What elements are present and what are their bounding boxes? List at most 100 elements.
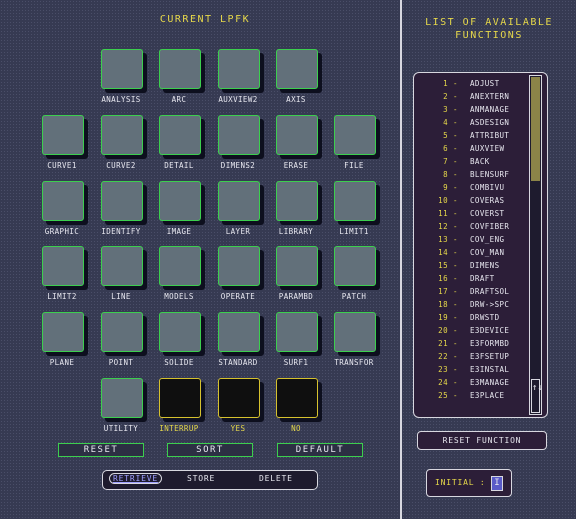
reset-function-button[interactable]: RESET FUNCTION — [417, 431, 547, 450]
retrieve-option[interactable]: RETRIEVE — [109, 473, 162, 484]
function-list-item[interactable]: 4- ASDESIGN — [414, 118, 526, 131]
function-list-item[interactable]: 12- COVFIBER — [414, 222, 526, 235]
function-list-item[interactable]: 22- E3FSETUP — [414, 352, 526, 365]
lpfk-key[interactable] — [218, 378, 262, 420]
lpfk-key-face[interactable] — [334, 246, 376, 286]
lpfk-key[interactable] — [42, 312, 86, 354]
function-list-item[interactable]: 25- E3PLACE — [414, 391, 526, 404]
function-list-item[interactable]: 5- ATTRIBUT — [414, 131, 526, 144]
lpfk-key-face[interactable] — [101, 49, 143, 89]
lpfk-key[interactable] — [334, 115, 378, 157]
function-list-item[interactable]: 8- BLENSURF — [414, 170, 526, 183]
lpfk-key-face[interactable] — [276, 378, 318, 418]
function-list-item[interactable]: 18- DRW->SPC — [414, 300, 526, 313]
lpfk-key-face[interactable] — [276, 181, 318, 221]
function-list-item[interactable]: 9- COMBIVU — [414, 183, 526, 196]
lpfk-key[interactable] — [159, 246, 203, 288]
lpfk-key-face[interactable] — [334, 115, 376, 155]
function-list-item[interactable]: 3- ANMANAGE — [414, 105, 526, 118]
function-list-scrollbar[interactable]: ↑↓ — [529, 75, 543, 415]
function-list-item[interactable]: 1- ADJUST — [414, 79, 526, 92]
function-list-item[interactable]: 6- AUXVIEW — [414, 144, 526, 157]
lpfk-key-face[interactable] — [159, 115, 201, 155]
lpfk-key[interactable] — [101, 181, 145, 223]
lpfk-key[interactable] — [42, 246, 86, 288]
lpfk-key-face[interactable] — [218, 49, 260, 89]
lpfk-key-face[interactable] — [101, 115, 143, 155]
lpfk-key[interactable] — [218, 246, 262, 288]
lpfk-key-face[interactable] — [42, 115, 84, 155]
lpfk-key[interactable] — [334, 246, 378, 288]
function-list-item[interactable]: 2- ANEXTERN — [414, 92, 526, 105]
lpfk-key-face[interactable] — [42, 181, 84, 221]
lpfk-key-face[interactable] — [101, 378, 143, 418]
lpfk-key[interactable] — [42, 181, 86, 223]
lpfk-key-face[interactable] — [42, 312, 84, 352]
function-list-item[interactable]: 17- DRAFTSOL — [414, 287, 526, 300]
lpfk-key-face[interactable] — [218, 312, 260, 352]
initial-input[interactable]: I — [491, 476, 503, 491]
lpfk-key[interactable] — [159, 49, 203, 91]
lpfk-key[interactable] — [276, 181, 320, 223]
lpfk-key-face[interactable] — [218, 378, 260, 418]
function-list-item[interactable]: 14- COV_MAN — [414, 248, 526, 261]
lpfk-key-face[interactable] — [334, 312, 376, 352]
lpfk-key[interactable] — [276, 49, 320, 91]
function-list-item[interactable]: 16- DRAFT — [414, 274, 526, 287]
lpfk-key-face[interactable] — [42, 246, 84, 286]
function-list-item[interactable]: 21- E3FORMBD — [414, 339, 526, 352]
lpfk-key[interactable] — [101, 49, 145, 91]
function-list-item[interactable]: 15- DIMENS — [414, 261, 526, 274]
lpfk-key[interactable] — [101, 246, 145, 288]
lpfk-key[interactable] — [334, 312, 378, 354]
lpfk-key[interactable] — [101, 312, 145, 354]
function-list-item[interactable]: 20- E3DEVICE — [414, 326, 526, 339]
scrollbar-thumb[interactable] — [531, 77, 540, 181]
lpfk-key-face[interactable] — [334, 181, 376, 221]
function-list-item[interactable]: 11- COVERST — [414, 209, 526, 222]
lpfk-key[interactable] — [218, 312, 262, 354]
lpfk-key-face[interactable] — [218, 181, 260, 221]
lpfk-key-face[interactable] — [159, 246, 201, 286]
lpfk-key-face[interactable] — [276, 312, 318, 352]
reset-button[interactable]: RESET — [58, 443, 144, 457]
scroll-arrows-icon[interactable]: ↑↓ — [531, 379, 543, 413]
lpfk-key[interactable] — [218, 49, 262, 91]
lpfk-key-face[interactable] — [101, 246, 143, 286]
lpfk-key[interactable] — [218, 181, 262, 223]
lpfk-key-face[interactable] — [218, 115, 260, 155]
lpfk-key-face[interactable] — [159, 181, 201, 221]
function-list-item[interactable]: 19- DRWSTD — [414, 313, 526, 326]
lpfk-key[interactable] — [334, 181, 378, 223]
lpfk-key[interactable] — [276, 378, 320, 420]
lpfk-key[interactable] — [101, 378, 145, 420]
lpfk-key-face[interactable] — [276, 115, 318, 155]
delete-option[interactable]: DELETE — [259, 474, 293, 483]
lpfk-key-face[interactable] — [159, 378, 201, 418]
lpfk-key[interactable] — [276, 246, 320, 288]
lpfk-key-face[interactable] — [101, 312, 143, 352]
lpfk-key-face[interactable] — [159, 312, 201, 352]
lpfk-key[interactable] — [159, 115, 203, 157]
function-list-item[interactable]: 24- E3MANAGE — [414, 378, 526, 391]
lpfk-key[interactable] — [159, 181, 203, 223]
lpfk-key-face[interactable] — [218, 246, 260, 286]
lpfk-key[interactable] — [42, 115, 86, 157]
lpfk-key-face[interactable] — [101, 181, 143, 221]
function-list-item[interactable]: 23- E3INSTAL — [414, 365, 526, 378]
function-list-item[interactable]: 13- COV_ENG — [414, 235, 526, 248]
lpfk-key[interactable] — [276, 115, 320, 157]
lpfk-key-face[interactable] — [159, 49, 201, 89]
function-list-item[interactable]: 7- BACK — [414, 157, 526, 170]
function-list-item[interactable]: 10- COVERAS — [414, 196, 526, 209]
lpfk-key[interactable] — [159, 312, 203, 354]
lpfk-key[interactable] — [159, 378, 203, 420]
default-button[interactable]: DEFAULT — [277, 443, 363, 457]
lpfk-key[interactable] — [218, 115, 262, 157]
lpfk-key-face[interactable] — [276, 246, 318, 286]
sort-button[interactable]: SORT — [167, 443, 253, 457]
lpfk-key[interactable] — [276, 312, 320, 354]
lpfk-key-face[interactable] — [276, 49, 318, 89]
lpfk-key[interactable] — [101, 115, 145, 157]
store-option[interactable]: STORE — [187, 474, 215, 483]
